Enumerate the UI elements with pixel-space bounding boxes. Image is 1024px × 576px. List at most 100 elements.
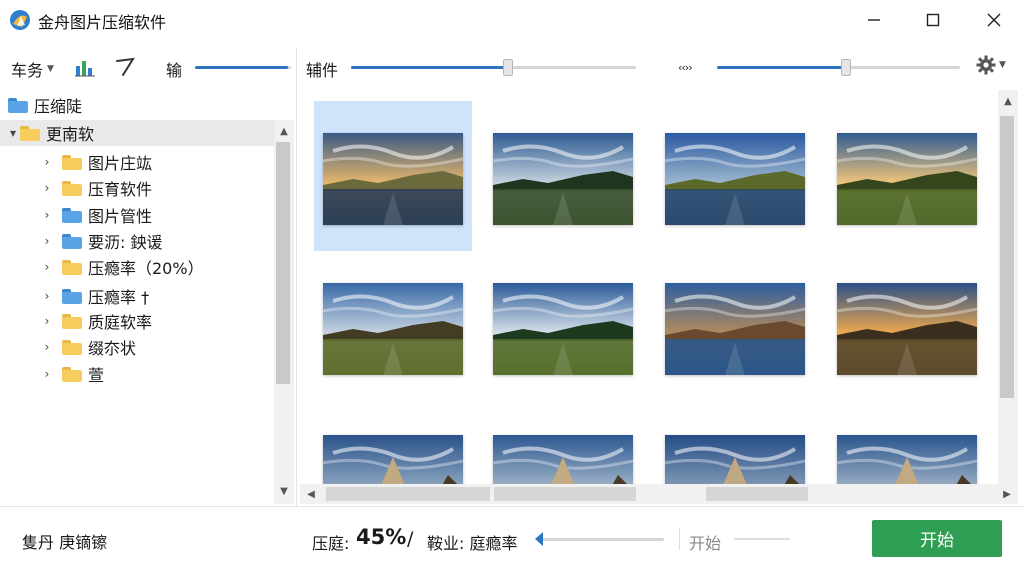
image-thumbnail[interactable] — [665, 435, 805, 486]
status-divider-v — [679, 528, 680, 550]
scroll-left-icon[interactable]: ◀ — [302, 485, 320, 503]
grid-scrollbar[interactable]: ▲ — [998, 90, 1018, 484]
hscroll-thumb-1[interactable] — [326, 487, 490, 501]
panel-divider — [296, 48, 297, 506]
scroll-down-icon[interactable]: ▼ — [275, 482, 293, 500]
task-menu-label: 车务 — [11, 61, 44, 80]
tree-item-label: 萱 — [88, 366, 105, 385]
tree-item-label: 缀夵状 — [88, 339, 137, 358]
chevron-right-icon[interactable]: › — [40, 314, 54, 328]
folder-icon — [62, 207, 82, 223]
tree-item[interactable]: ▾ 更南软 — [0, 120, 274, 146]
tree-item[interactable]: › 萱 — [0, 361, 274, 387]
scroll-right-icon[interactable]: ▶ — [998, 485, 1016, 503]
tree-item[interactable]: 压缩陡 — [0, 92, 274, 118]
chevron-right-icon[interactable]: › — [40, 208, 54, 222]
scroll-up-icon[interactable]: ▲ — [999, 92, 1017, 110]
minimize-icon — [868, 19, 880, 21]
size-slider-thumb[interactable] — [840, 59, 851, 76]
folder-icon — [62, 259, 82, 275]
chevron-down-icon: ▼ — [47, 64, 54, 74]
grid-scrollbar-thumb[interactable] — [1000, 116, 1014, 398]
tree-item[interactable]: › 图片庄竑 — [0, 149, 274, 175]
tree-scrollbar-thumb[interactable] — [276, 142, 290, 384]
folder-icon — [62, 313, 82, 329]
toolbar: 车务 ▼ 输 辅件 ‹‹›› ▼ — [0, 44, 1024, 90]
tree-item[interactable]: › 压育软件 — [0, 175, 274, 201]
image-thumbnail[interactable] — [665, 283, 805, 375]
image-thumbnail[interactable] — [493, 283, 633, 375]
status-divider — [0, 506, 1024, 507]
tree-scrollbar[interactable]: ▲ ▼ — [274, 120, 294, 504]
minimize-button[interactable] — [844, 0, 904, 40]
chevron-right-icon[interactable]: › — [40, 340, 54, 354]
tree-item-label: 压育软件 — [88, 180, 153, 199]
chevron-down-icon[interactable]: ▾ — [6, 126, 20, 140]
chevron-right-icon[interactable]: › — [40, 289, 54, 303]
folder-icon — [62, 233, 82, 249]
image-thumbnail[interactable] — [323, 283, 463, 375]
image-thumbnail[interactable] — [837, 435, 977, 486]
tree-item-label: 压瘾率（20%） — [88, 259, 204, 278]
chevron-right-icon[interactable]: › — [40, 234, 54, 248]
image-thumbnail[interactable] — [493, 133, 633, 225]
mode-label: 鞍业: 庭瘾率 — [427, 534, 518, 553]
hscroll-thumb-2[interactable] — [494, 487, 636, 501]
folder-icon — [62, 288, 82, 304]
task-menu[interactable]: 车务 ▼ — [11, 57, 54, 81]
image-thumbnail[interactable] — [837, 133, 977, 225]
compress-label: 压庭: — [312, 534, 350, 553]
folder-icon — [62, 366, 82, 382]
image-chart-icon[interactable] — [74, 56, 96, 78]
image-grid — [300, 90, 994, 486]
start-button[interactable]: 开始 — [872, 520, 1002, 557]
grid-horizontal-scrollbar[interactable]: ◀ ▶ — [300, 484, 1018, 504]
tree-item-label: 要沥: 鉠谖 — [88, 233, 163, 252]
tree-item[interactable]: › 压瘾率（20%） — [0, 254, 274, 280]
close-button[interactable] — [964, 0, 1024, 40]
hscroll-thumb-3[interactable] — [706, 487, 808, 501]
tree-item[interactable]: › 缀夵状 — [0, 334, 274, 360]
size-slider-fill — [717, 66, 846, 69]
window-title: 金舟图片压缩软件 — [38, 13, 167, 32]
tree-item[interactable]: › 要沥: 鉠谖 — [0, 228, 274, 254]
folder-tree: 压缩陡 ▾ 更南软 › 图片庄竑 › 压育软件 › 图片管性 › 要沥: 鉠谖 › 压瘾率（20%） › 压… — [0, 90, 296, 506]
chevron-right-icon[interactable]: › — [40, 260, 54, 274]
chevron-right-icon[interactable]: › — [40, 155, 54, 169]
tree-item[interactable]: › 图片管性 — [0, 202, 274, 228]
image-thumbnail[interactable] — [665, 133, 805, 225]
title-bar: 金舟图片压缩软件 — [0, 0, 1024, 40]
image-thumbnail[interactable] — [837, 283, 977, 375]
folder-icon — [62, 154, 82, 170]
chevron-down-icon: ▼ — [999, 60, 1006, 70]
output-slider[interactable] — [535, 532, 664, 546]
slider-pointer-icon[interactable] — [535, 532, 543, 546]
folder-icon — [62, 339, 82, 355]
image-thumbnail[interactable] — [323, 435, 463, 486]
quality-slider-thumb[interactable] — [502, 59, 513, 76]
tree-item[interactable]: › 质庭软率 — [0, 308, 274, 334]
app-logo-icon — [10, 10, 30, 30]
secondary-start-label[interactable]: 开始 — [689, 530, 721, 554]
progress-line — [734, 538, 790, 540]
chevron-right-icon[interactable]: › — [40, 181, 54, 195]
chevron-right-icon[interactable]: › — [40, 367, 54, 381]
tree-item[interactable]: › 压瘾率 † — [0, 283, 274, 309]
brush-icon[interactable] — [114, 56, 136, 78]
folder-icon — [8, 97, 28, 113]
image-thumbnail[interactable] — [493, 435, 633, 486]
folder-icon — [20, 125, 40, 141]
tree-item-label: 压瘾率 † — [88, 288, 150, 307]
folder-icon — [62, 180, 82, 196]
image-thumbnail[interactable] — [323, 133, 463, 225]
settings-button[interactable]: ▼ — [976, 55, 1006, 75]
scroll-up-icon[interactable]: ▲ — [275, 122, 293, 140]
maximize-icon — [926, 13, 940, 27]
quality-slider[interactable] — [351, 59, 636, 76]
compress-percentage: 45% — [356, 525, 407, 549]
maximize-button[interactable] — [903, 0, 963, 40]
mini-slider[interactable] — [195, 66, 291, 69]
gear-icon — [976, 55, 996, 75]
size-slider-label: ‹‹›› — [678, 61, 693, 74]
size-slider[interactable] — [717, 59, 960, 76]
